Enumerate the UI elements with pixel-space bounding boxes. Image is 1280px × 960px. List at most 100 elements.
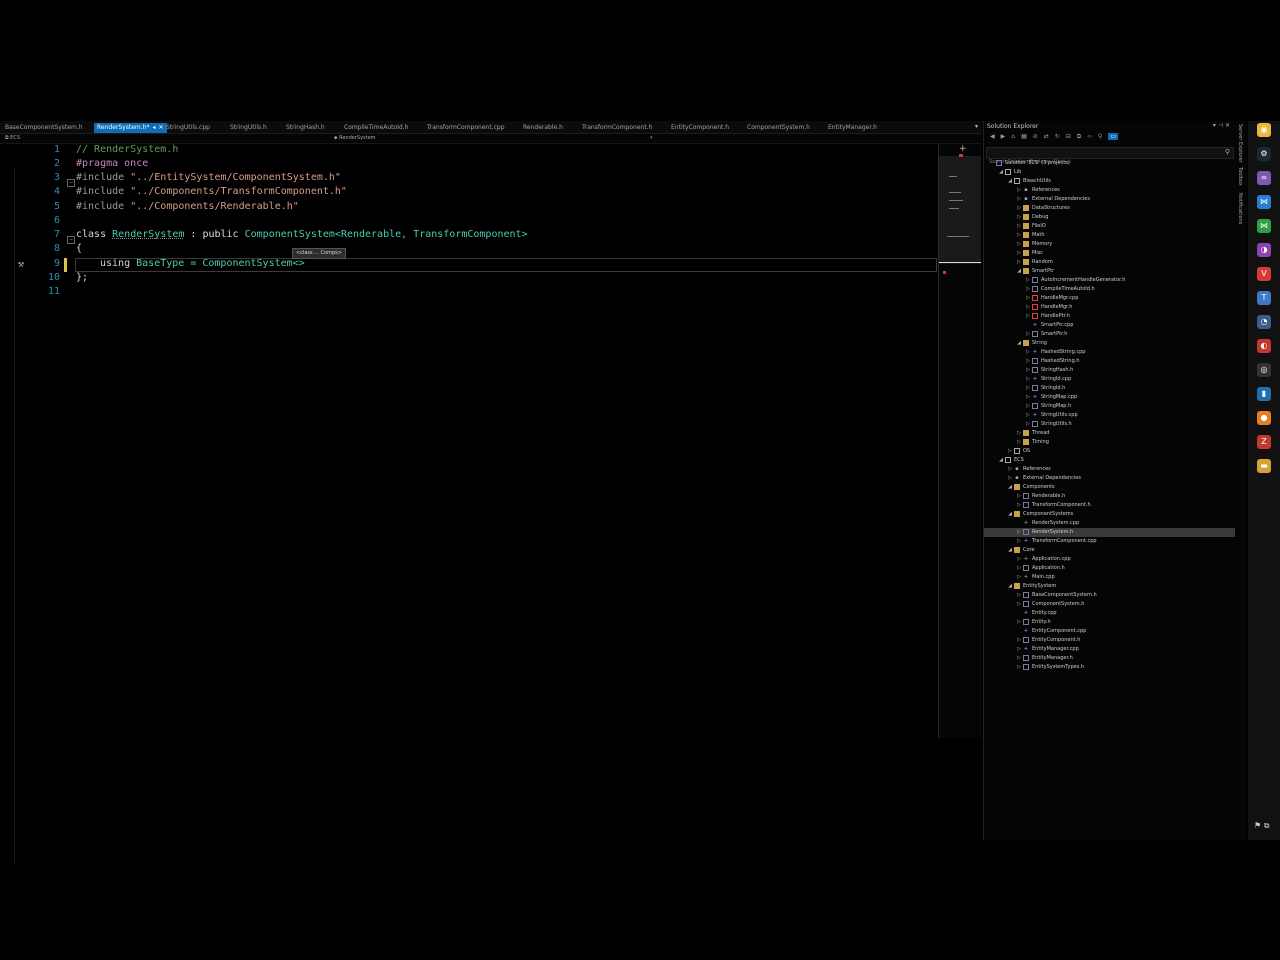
expand-arrow-icon[interactable]: ▷ [1016,240,1022,249]
tree-item[interactable]: ▷ HandlePtr.h [984,312,1236,321]
expand-arrow-icon[interactable]: ▷ [1025,294,1031,303]
tree-item[interactable]: + SmartPtr.cpp [984,321,1236,330]
tree-item[interactable]: ▷ DataStructures [984,204,1236,213]
show-all-files-icon[interactable]: ⧉ [1077,133,1081,140]
scope-dropdown[interactable]: ⬥ RenderSystem [334,134,376,143]
tree-item[interactable]: ▷ + StringUtils.cpp [984,411,1236,420]
tab-transformcomponent-cpp[interactable]: TransformComponent.cpp [427,123,505,133]
tree-item[interactable]: ◢ String [984,339,1236,348]
collapse-arrow-icon[interactable]: ◢ [1007,483,1013,492]
tree-item[interactable]: ◢ Components [984,483,1236,492]
collapse-arrow-icon[interactable]: ◢ [1016,339,1022,348]
member-dropdown-chevron-icon[interactable]: ▾ [650,134,653,143]
collapse-arrow-icon[interactable]: ◢ [998,456,1004,465]
scrollbar-minimap[interactable]: + [938,144,981,738]
tree-item[interactable]: ▷ EntityManager.h [984,654,1236,663]
close-icon[interactable]: ✕ [158,124,163,131]
chrome-icon[interactable]: ◉ [1257,123,1271,137]
minimap-viewport[interactable] [939,156,981,264]
tree-item[interactable]: ▷ + Application.cpp [984,555,1236,564]
collapse-arrow-icon[interactable]: ◢ [998,168,1004,177]
expand-arrow-icon[interactable]: ▷ [1025,348,1031,357]
tab-stringutils-cpp[interactable]: StringUtils.cpp [166,123,210,133]
expand-arrow-icon[interactable]: ▷ [1016,249,1022,258]
notifications-tab[interactable]: Notifications [1237,193,1243,224]
tree-item[interactable]: ▷ Entity.h [984,618,1236,627]
expand-arrow-icon[interactable]: ▷ [1016,564,1022,573]
expand-arrow-icon[interactable]: ▷ [1016,492,1022,501]
tree-item[interactable]: ▷ Debug [984,213,1236,222]
paint-icon[interactable]: ◐ [1257,339,1271,353]
preview-selected-icon[interactable]: ▭ [1108,133,1119,140]
collapse-arrow-icon[interactable]: ◢ [1007,546,1013,555]
show-desktop-icon[interactable]: ⧉ [1264,821,1270,830]
expand-arrow-icon[interactable]: ▷ [1025,276,1031,285]
tree-item[interactable]: ◢ EntitySystem [984,582,1236,591]
tree-item[interactable]: ◢ Core [984,546,1236,555]
tree-item[interactable]: ▷ Renderable.h [984,492,1236,501]
pin-icon[interactable]: ◂ [152,124,155,131]
tree-item[interactable]: ◢ SmartPtr [984,267,1236,276]
tree-item[interactable]: ◢ Lib [984,168,1236,177]
expand-arrow-icon[interactable]: ▷ [1025,402,1031,411]
tree-item[interactable]: + RenderSystem.cpp [984,519,1236,528]
tree-item[interactable]: ▷ + StringMap.cpp [984,393,1236,402]
tab-stringutils-h[interactable]: StringUtils.h [230,123,267,133]
tree-item[interactable]: ▷ RenderSystem.h [984,528,1236,537]
tree-item[interactable]: ▷ Random [984,258,1236,267]
tab-renderable-h[interactable]: Renderable.h [523,123,563,133]
tree-item[interactable]: ▷ ComponentSystem.h [984,600,1236,609]
expand-arrow-icon[interactable]: ▷ [1016,654,1022,663]
tree-item[interactable]: ◢ ECS [984,456,1236,465]
expand-arrow-icon[interactable]: ▷ [1016,213,1022,222]
vivaldi-icon[interactable]: V [1257,267,1271,281]
expand-arrow-icon[interactable]: ▷ [1007,474,1013,483]
tree-item[interactable]: ▷ BaseComponentSystem.h [984,591,1236,600]
expand-arrow-icon[interactable]: ▷ [1016,537,1022,546]
expand-arrow-icon[interactable]: ▷ [1025,330,1031,339]
expand-arrow-icon[interactable]: ▷ [1016,501,1022,510]
expand-arrow-icon[interactable]: ▷ [1016,663,1022,672]
expand-arrow-icon[interactable]: ▷ [1016,555,1022,564]
tree-item[interactable]: ▷ FileIO [984,222,1236,231]
tree-item[interactable]: ▷ StringId.h [984,384,1236,393]
file-explorer-icon[interactable]: ▬ [1257,459,1271,473]
back-icon[interactable]: ◀ [990,133,995,140]
auto-hide-pin-icon[interactable]: ⊣ [1218,122,1225,129]
tree-item[interactable]: ▷ TransformComponent.h [984,501,1236,510]
tab-rendersystem-h-active[interactable]: RenderSystem.h* ◂ ✕ [94,123,167,133]
tab-compiletimeautoid-h[interactable]: CompileTimeAutoId.h [344,123,408,133]
expand-arrow-icon[interactable]: ▷ [1025,312,1031,321]
tag-icon[interactable]: Z [1257,435,1271,449]
tree-item[interactable]: ▷ OS [984,447,1236,456]
expand-arrow-icon[interactable]: ▷ [1016,429,1022,438]
expand-arrow-icon[interactable]: ▷ [1016,528,1022,537]
tab-entitycomponent-h[interactable]: EntityComponent.h [671,123,729,133]
split-editor-icon[interactable]: + [959,144,967,154]
expand-arrow-icon[interactable]: ▷ [1016,600,1022,609]
expand-arrow-icon[interactable]: ▷ [1007,447,1013,456]
code-editor[interactable]: ⚒ 1 2 3 4 5 6 7 8 9 10 11 − − // RenderS… [0,144,937,863]
collapse-class-block-icon[interactable]: − [67,236,75,244]
switch-views-icon[interactable]: ▦ [1021,133,1027,140]
server-explorer-tab[interactable]: Server Explorer [1237,124,1243,163]
tab-overflow-dropdown-icon[interactable]: ▾ [975,123,978,130]
tree-item[interactable]: ▷ StringMap.h [984,402,1236,411]
collapse-all-icon[interactable]: ⊟ [1066,133,1071,140]
tab-componentsystem-h[interactable]: ComponentSystem.h [747,123,810,133]
tree-item[interactable]: ▷ ▪ External Dependencies [984,195,1236,204]
expand-arrow-icon[interactable]: ▷ [1025,285,1031,294]
expand-arrow-icon[interactable]: ▷ [1016,618,1022,627]
expand-arrow-icon[interactable]: ▷ [1025,393,1031,402]
collapse-arrow-icon[interactable]: ◢ [1007,510,1013,519]
refresh-icon[interactable]: ↻ [1055,133,1060,140]
expand-arrow-icon[interactable]: ▷ [1025,384,1031,393]
tree-item[interactable]: ▷ EntityComponent.h [984,636,1236,645]
expand-arrow-icon[interactable]: ▷ [1016,222,1022,231]
search-icon[interactable]: ⚲ [1225,148,1230,156]
tree-item[interactable]: ▷ Math [984,231,1236,240]
view-code-icon[interactable]: ‹› [1087,133,1092,140]
tree-item[interactable]: ▷ Misc [984,249,1236,258]
collapse-arrow-icon[interactable]: ◢ [1007,582,1013,591]
tree-item[interactable]: ▷ + HashedString.cpp [984,348,1236,357]
